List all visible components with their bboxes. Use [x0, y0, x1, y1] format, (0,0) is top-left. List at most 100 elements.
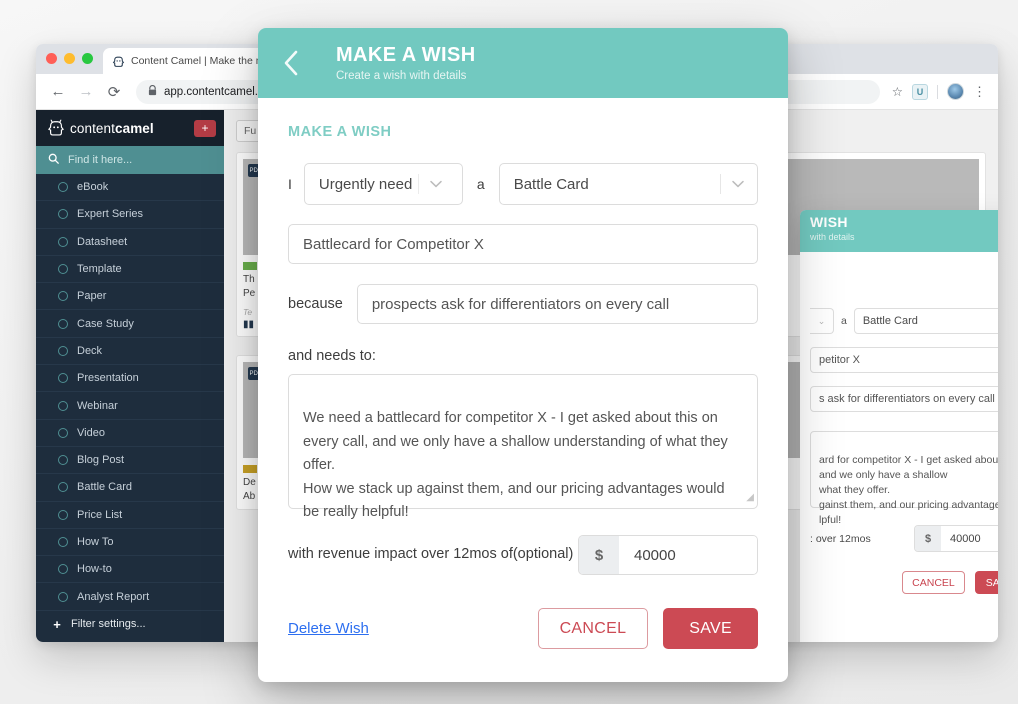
sidebar-item-datasheet[interactable]: Datasheet: [36, 229, 224, 256]
cancel-button[interactable]: CANCEL: [537, 608, 649, 649]
sidebar-item-analyst-report[interactable]: Analyst Report: [36, 583, 224, 611]
sidebar-item-filter-settings[interactable]: + Filter settings...: [36, 611, 224, 638]
radio-icon[interactable]: [58, 264, 68, 275]
background-asset-type-select[interactable]: Battle Card ⌄: [853, 308, 998, 334]
radio-icon[interactable]: [58, 236, 68, 247]
background-cancel-button[interactable]: CANCEL: [902, 571, 965, 594]
sidebar-item-label: Template: [77, 263, 122, 276]
revenue-row: with revenue impact over 12mos of(option…: [288, 535, 758, 575]
radio-icon[interactable]: [58, 209, 68, 220]
because-input[interactable]: prospects ask for differentiators on eve…: [356, 284, 758, 324]
sidebar-item-label: Video: [77, 426, 105, 439]
forward-icon[interactable]: →: [74, 80, 98, 104]
search-input[interactable]: Find it here...: [68, 154, 132, 166]
sidebar-item-label: Deck: [77, 344, 103, 357]
background-modal-body: ⌄ a Battle Card ⌄ petitor X s ask for di…: [800, 252, 998, 606]
sidebar-search[interactable]: Find it here...: [36, 146, 224, 174]
sidebar-item-label: Case Study: [77, 317, 134, 330]
urgency-select[interactable]: Urgently need: [303, 163, 463, 205]
background-revenue-input[interactable]: $ 40000: [914, 525, 998, 552]
radio-icon[interactable]: [58, 591, 68, 602]
revenue-value[interactable]: 40000: [619, 536, 757, 574]
minimize-window-button[interactable]: [64, 53, 75, 64]
sidebar-item-template[interactable]: Template: [36, 256, 224, 284]
radio-icon[interactable]: [58, 345, 68, 356]
background-revenue-label: : over 12mos: [810, 532, 871, 545]
wish-statement-row: I Urgently need a Battle Card: [288, 163, 758, 205]
maximize-window-button[interactable]: [82, 53, 93, 64]
brand-name: contentcamel: [70, 121, 154, 136]
bookmark-star-icon[interactable]: ☆: [892, 84, 903, 99]
chevron-down-icon[interactable]: ⌄: [810, 308, 834, 334]
radio-icon[interactable]: [58, 509, 68, 520]
radio-icon[interactable]: [58, 427, 68, 438]
divider: [937, 84, 938, 99]
chevron-down-icon[interactable]: [418, 174, 455, 194]
sidebar-item-label: Datasheet: [77, 235, 128, 248]
line-prefix-label: I: [288, 176, 292, 192]
sidebar-item-ebook[interactable]: eBook: [36, 174, 224, 202]
sidebar-item-case-study[interactable]: Case Study: [36, 310, 224, 338]
extension-icon[interactable]: U: [912, 83, 928, 100]
sidebar-item-battle-card[interactable]: Battle Card: [36, 474, 224, 502]
sidebar-item-paper[interactable]: Paper: [36, 283, 224, 311]
background-needs-text: ard for competitor X - I get asked about…: [819, 453, 998, 526]
wish-title-input[interactable]: Battlecard for Competitor X: [288, 224, 758, 264]
reload-icon[interactable]: ⟳: [102, 80, 126, 104]
needs-text: We need a battlecard for competitor X - …: [303, 410, 728, 521]
sidebar-item-video[interactable]: Video: [36, 420, 224, 447]
revenue-input[interactable]: $ 40000: [578, 535, 758, 575]
window-controls[interactable]: [46, 44, 93, 74]
add-content-button[interactable]: +: [194, 119, 216, 137]
close-window-button[interactable]: [46, 53, 57, 64]
background-save-button[interactable]: SAVE: [974, 571, 998, 594]
sidebar-item-price-list[interactable]: Price List: [36, 502, 224, 529]
background-needs-textarea[interactable]: ard for competitor X - I get asked about…: [810, 431, 998, 526]
sidebar-item-deck[interactable]: Deck: [36, 338, 224, 366]
delete-wish-link[interactable]: Delete Wish: [288, 620, 369, 637]
profile-avatar[interactable]: [947, 83, 964, 100]
radio-icon[interactable]: [58, 482, 68, 493]
background-because-input[interactable]: s ask for differentiators on every call: [810, 386, 998, 412]
plus-icon: +: [53, 616, 61, 632]
sidebar-item-how-to-alt[interactable]: How-to: [36, 556, 224, 584]
radio-icon[interactable]: [58, 564, 68, 575]
sidebar-item-expert-series[interactable]: Expert Series: [36, 201, 224, 229]
background-asset-type-value: Battle Card: [862, 315, 918, 327]
sidebar-item-webinar[interactable]: Webinar: [36, 392, 224, 420]
radio-icon[interactable]: [58, 400, 68, 411]
modal-actions: CANCEL SAVE: [537, 608, 758, 649]
radio-icon[interactable]: [58, 537, 68, 547]
make-a-wish-modal: MAKE A WISH Create a wish with details M…: [258, 28, 788, 682]
resize-grip-icon[interactable]: ◢: [746, 490, 754, 506]
radio-icon[interactable]: [58, 291, 68, 302]
sidebar-item-label: Expert Series: [77, 208, 144, 221]
brand-light: content: [70, 120, 115, 136]
asset-type-select[interactable]: Battle Card: [498, 163, 758, 205]
card-color-swatch: [243, 262, 257, 270]
modal-body: MAKE A WISH I Urgently need a Battle Car…: [258, 98, 788, 649]
card-title-line2: Ab: [243, 490, 256, 502]
browser-menu-icon[interactable]: ⋮: [973, 85, 986, 98]
back-icon[interactable]: ←: [46, 80, 70, 104]
sidebar-item-blog-post[interactable]: Blog Post: [36, 447, 224, 475]
omnibar-actions: ☆ U ⋮: [892, 83, 986, 100]
sidebar-item-presentation[interactable]: Presentation: [36, 365, 224, 393]
chevron-left-icon[interactable]: [280, 48, 320, 78]
background-modal-actions: CANCEL SAVE: [810, 571, 998, 594]
radio-icon[interactable]: [58, 182, 68, 193]
radio-icon[interactable]: [58, 373, 68, 384]
needs-label: and needs to:: [288, 348, 376, 364]
lock-icon: [148, 84, 157, 99]
background-title-input[interactable]: petitor X: [810, 347, 998, 373]
card-title-line1: Th: [243, 274, 255, 285]
brand-bold: camel: [114, 120, 154, 136]
currency-symbol: $: [579, 536, 619, 574]
background-revenue-value[interactable]: 40000: [941, 526, 998, 551]
sidebar-item-how-to[interactable]: How To: [36, 529, 224, 557]
save-button[interactable]: SAVE: [663, 608, 758, 649]
chevron-down-icon[interactable]: [720, 174, 757, 194]
radio-icon[interactable]: [58, 318, 68, 329]
radio-icon[interactable]: [58, 455, 68, 466]
needs-textarea[interactable]: We need a battlecard for competitor X - …: [288, 374, 758, 520]
